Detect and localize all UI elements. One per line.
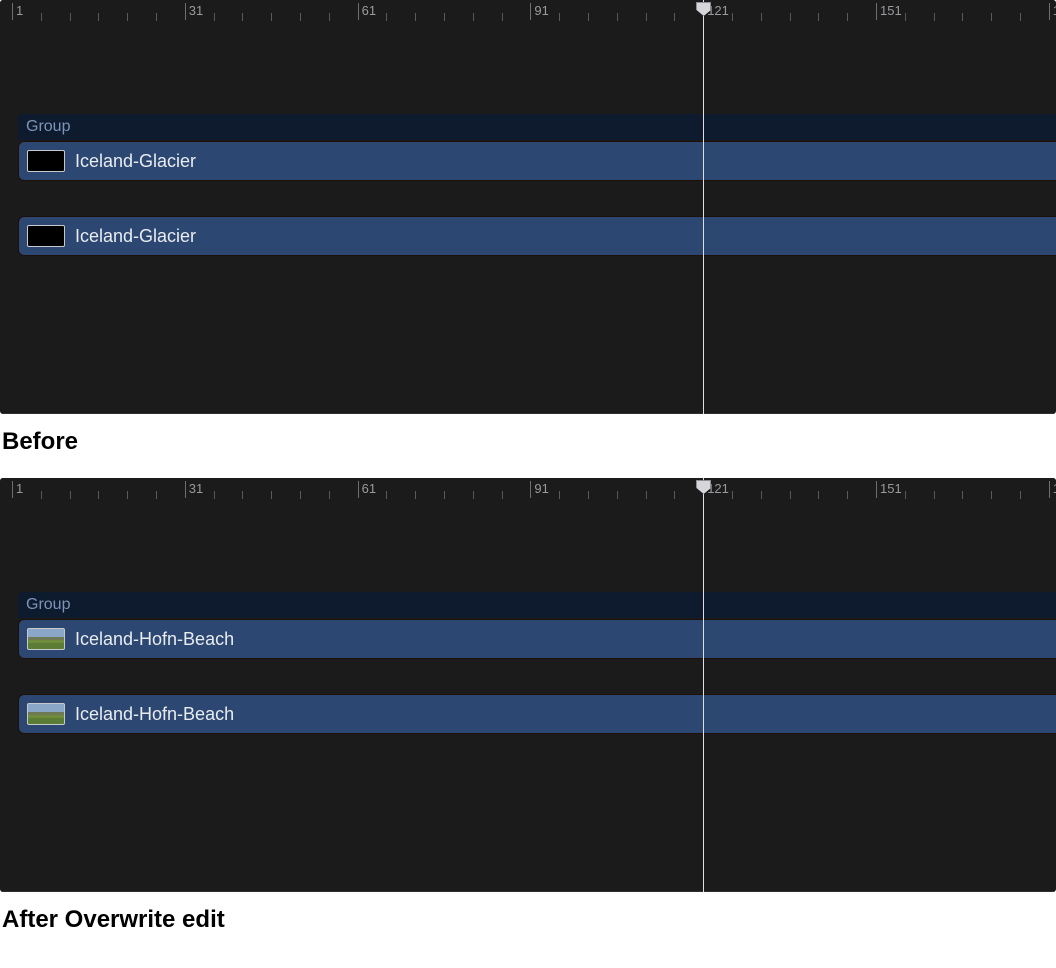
playhead[interactable] [703,478,704,892]
ruler-minor-tick [1020,491,1021,499]
ruler-minor-tick [905,491,906,499]
clip-name: Iceland-Glacier [75,151,196,172]
ruler-minor-tick [732,491,733,499]
ruler-minor-tick [415,13,416,21]
clip-row[interactable]: Iceland-Glacier [18,141,1056,181]
ruler-minor-tick [991,13,992,21]
ruler-label: 1 [16,481,23,496]
clip-thumbnail-icon [27,703,65,725]
ruler-minor-tick [473,13,474,21]
ruler-minor-tick [905,13,906,21]
ruler-minor-tick [790,491,791,499]
panel-edge [0,413,1056,414]
ruler-minor-tick [329,491,330,499]
ruler-minor-tick [329,13,330,21]
panel-caption: After Overwrite edit [0,892,1056,956]
panel-edge [0,891,1056,892]
group-header[interactable]: Group [18,592,1056,618]
ruler-minor-tick [674,13,675,21]
ruler-minor-tick [559,491,560,499]
ruler-minor-tick [386,491,387,499]
ruler-minor-tick [300,13,301,21]
clip-name: Iceland-Hofn-Beach [75,629,234,650]
ruler-minor-tick [617,13,618,21]
ruler-label: 31 [189,481,203,496]
ruler-minor-tick [156,13,157,21]
timeline-panel-after[interactable]: 1316191121151181 Group Iceland-Hofn-Beac… [0,478,1056,892]
timeline-panel-before[interactable]: 1316191121151181 Group Iceland-Glacier I… [0,0,1056,414]
time-ruler[interactable]: 1316191121151181 [0,478,1056,502]
ruler-minor-tick [444,13,445,21]
ruler-minor-tick [214,491,215,499]
ruler-minor-tick [98,491,99,499]
panel-caption: Before [0,414,1056,478]
ruler-minor-tick [1020,13,1021,21]
ruler-label: 61 [362,3,376,18]
ruler-minor-tick [502,491,503,499]
ruler-minor-tick [761,13,762,21]
ruler-minor-tick [473,491,474,499]
ruler-minor-tick [242,491,243,499]
ruler-label: 151 [880,3,902,18]
ruler-minor-tick [41,491,42,499]
ruler-minor-tick [70,13,71,21]
ruler-minor-tick [127,13,128,21]
ruler-minor-tick [646,491,647,499]
ruler-minor-tick [818,13,819,21]
ruler-minor-tick [761,491,762,499]
ruler-minor-tick [242,13,243,21]
ruler-minor-tick [415,491,416,499]
ruler-minor-tick [386,13,387,21]
group-label: Group [26,118,70,135]
ruler-label: 1 [16,3,23,18]
clip-row[interactable]: Iceland-Glacier [18,216,1056,256]
clip-thumbnail-icon [27,628,65,650]
playhead[interactable] [703,0,704,414]
clip-name: Iceland-Hofn-Beach [75,704,234,725]
clip-thumbnail-icon [27,225,65,247]
ruler-minor-tick [934,491,935,499]
ruler-minor-tick [271,491,272,499]
ruler-minor-tick [847,491,848,499]
ruler-minor-tick [588,491,589,499]
ruler-minor-tick [991,491,992,499]
ruler-label: 91 [534,3,548,18]
clip-row[interactable]: Iceland-Hofn-Beach [18,619,1056,659]
ruler-minor-tick [559,13,560,21]
clip-name: Iceland-Glacier [75,226,196,247]
ruler-label: 31 [189,3,203,18]
ruler-minor-tick [214,13,215,21]
ruler-minor-tick [674,491,675,499]
ruler-label: 91 [534,481,548,496]
ruler-minor-tick [617,491,618,499]
clip-thumbnail-icon [27,150,65,172]
ruler-minor-tick [300,491,301,499]
ruler-minor-tick [70,491,71,499]
ruler-minor-tick [127,491,128,499]
ruler-minor-tick [271,13,272,21]
ruler-minor-tick [934,13,935,21]
ruler-minor-tick [962,13,963,21]
group-label: Group [26,596,70,613]
ruler-minor-tick [98,13,99,21]
ruler-minor-tick [847,13,848,21]
clip-row[interactable]: Iceland-Hofn-Beach [18,694,1056,734]
group-header[interactable]: Group [18,114,1056,140]
ruler-label: 151 [880,481,902,496]
ruler-minor-tick [818,491,819,499]
ruler-minor-tick [156,491,157,499]
ruler-minor-tick [646,13,647,21]
time-ruler[interactable]: 1316191121151181 [0,0,1056,24]
ruler-minor-tick [962,491,963,499]
ruler-minor-tick [732,13,733,21]
ruler-minor-tick [588,13,589,21]
ruler-minor-tick [444,491,445,499]
ruler-minor-tick [790,13,791,21]
ruler-minor-tick [502,13,503,21]
ruler-minor-tick [41,13,42,21]
ruler-label: 61 [362,481,376,496]
